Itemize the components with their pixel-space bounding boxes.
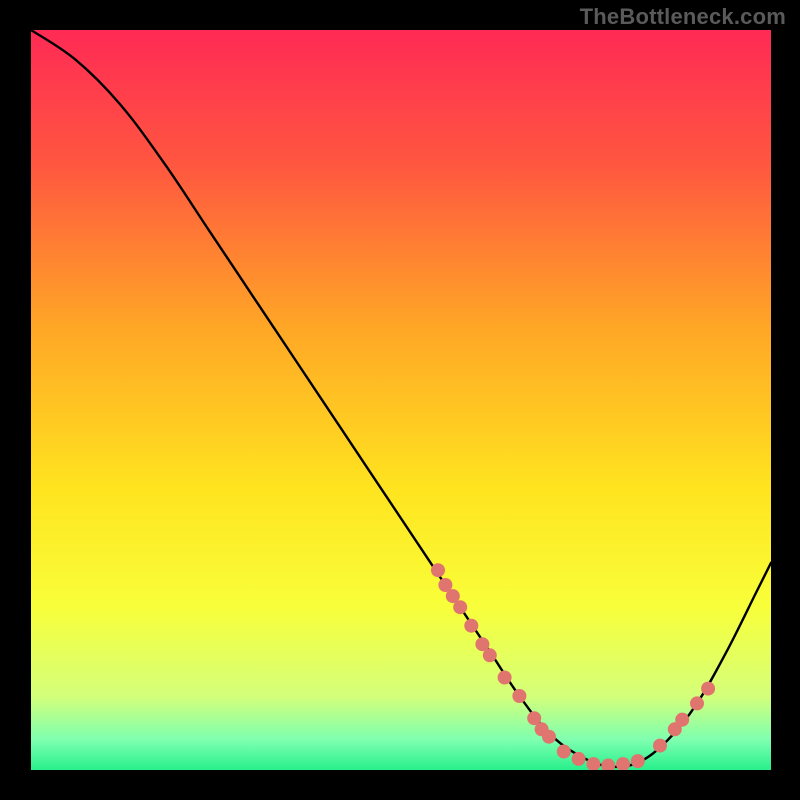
data-point — [464, 619, 478, 633]
data-point — [512, 689, 526, 703]
data-point — [483, 648, 497, 662]
data-point — [675, 713, 689, 727]
data-point — [557, 745, 571, 759]
plot-area — [31, 30, 771, 770]
watermark-text: TheBottleneck.com — [580, 4, 786, 30]
data-point — [453, 600, 467, 614]
data-point — [542, 730, 556, 744]
data-point — [701, 682, 715, 696]
data-point — [631, 754, 645, 768]
data-point — [653, 739, 667, 753]
data-point — [572, 752, 586, 766]
background-gradient — [31, 30, 771, 770]
data-point — [498, 671, 512, 685]
chart-frame: TheBottleneck.com — [0, 0, 800, 800]
plot-svg — [31, 30, 771, 770]
data-point — [690, 696, 704, 710]
data-point — [431, 563, 445, 577]
